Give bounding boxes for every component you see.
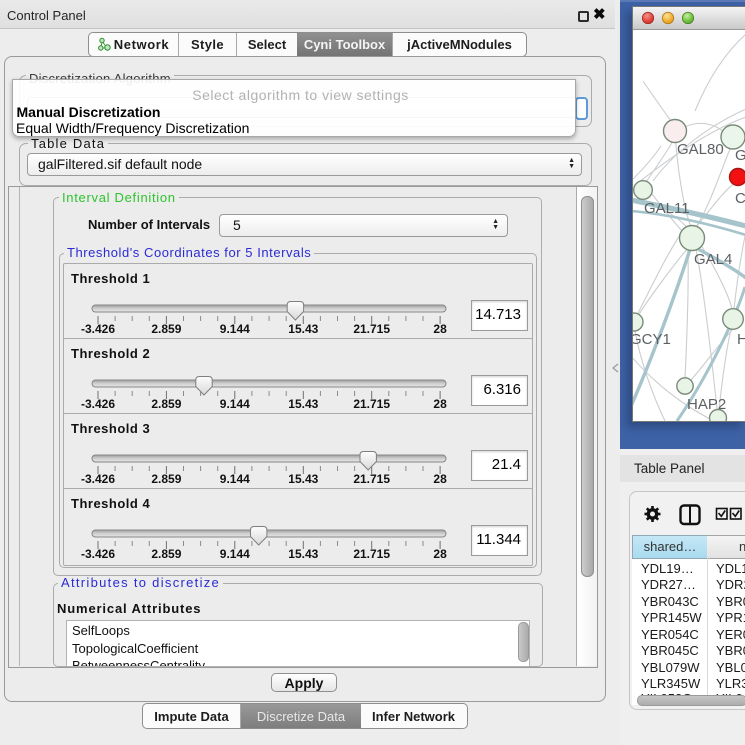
svg-text:GAL80: GAL80: [677, 141, 724, 158]
svg-text:HAP2: HAP2: [687, 396, 726, 413]
svg-text:HI: HI: [737, 331, 745, 348]
svg-text:GA: GA: [735, 147, 745, 164]
svg-text:GAL11: GAL11: [644, 200, 690, 217]
svg-text:CY: CY: [735, 190, 745, 207]
svg-text:GCY1: GCY1: [633, 331, 671, 348]
svg-text:GAL4: GAL4: [694, 251, 732, 268]
